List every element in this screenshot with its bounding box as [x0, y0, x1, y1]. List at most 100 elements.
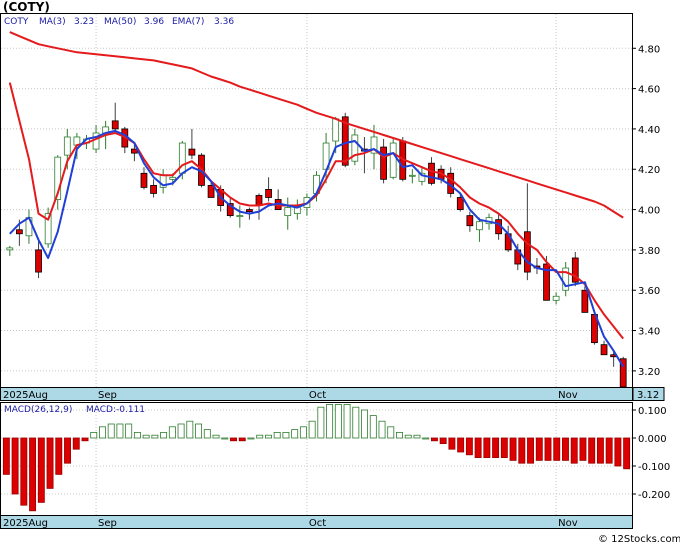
- macd-bar-negative: [544, 437, 552, 461]
- macd-bar-positive: [387, 426, 395, 439]
- candle-body-up: [476, 221, 483, 231]
- macd-bar-negative: [596, 437, 604, 464]
- macd-bar-positive: [282, 431, 290, 439]
- macd-bar-positive: [396, 431, 403, 439]
- macd-bar-negative: [562, 437, 569, 461]
- macd-bar-positive: [273, 431, 281, 439]
- macd-bar-negative: [64, 437, 71, 464]
- candle: [389, 139, 397, 180]
- macd-bar-negative: [81, 437, 89, 442]
- legend-ema-label: EMA(7): [172, 17, 204, 27]
- macd-bar-positive: [186, 420, 194, 439]
- macd-bar-positive: [291, 429, 299, 439]
- candle-body-down: [255, 195, 263, 206]
- macd-bar-negative: [605, 437, 613, 464]
- macd-bar-negative: [29, 437, 37, 512]
- macd-bar-negative: [492, 437, 500, 459]
- legend-ma-short-value: 3.23: [74, 17, 94, 27]
- candle-body-up: [332, 118, 340, 142]
- macd-bar-positive: [160, 431, 168, 439]
- macd-bar-positive: [247, 437, 255, 440]
- candle-body-up: [284, 207, 292, 217]
- price-y-tick-label: 4.00: [638, 206, 660, 217]
- price-y-tick-label: 4.20: [638, 165, 660, 176]
- macd-bar-positive: [133, 431, 141, 439]
- candle-body-down: [466, 215, 474, 227]
- macd-value-label: MACD:-0.111: [86, 405, 145, 415]
- macd-bar-negative: [614, 437, 622, 467]
- macd-bar-negative: [230, 437, 237, 442]
- macd-bar-positive: [369, 415, 377, 439]
- macd-bar-positive: [378, 420, 386, 439]
- macd-bar-negative: [11, 437, 19, 495]
- price-y-tick-label: 3.80: [638, 246, 660, 257]
- candle-body-down: [35, 249, 42, 273]
- macd-bar-positive: [361, 409, 369, 439]
- last-price-label: 3.12: [637, 390, 659, 401]
- candle-body-down: [111, 120, 119, 130]
- macd-bar-positive: [177, 423, 185, 439]
- macd-bar-negative: [2, 437, 10, 475]
- legend-ma-short-label: MA(3): [39, 17, 66, 27]
- watermark: © 12Stocks.com: [598, 534, 680, 545]
- macd-bar-positive: [334, 403, 342, 439]
- macd-bar-positive: [221, 437, 229, 440]
- macd-bar-positive: [125, 423, 133, 439]
- macd-bar-positive: [107, 423, 115, 439]
- macd-bar-positive: [317, 406, 325, 439]
- macd-bar-positive: [212, 434, 220, 439]
- macd-bar-positive: [116, 423, 124, 439]
- macd-bar-negative: [623, 437, 631, 470]
- candle-body-up: [63, 136, 71, 156]
- macd-bar-positive: [90, 431, 98, 439]
- price-x-tick-label: Sep: [98, 390, 117, 401]
- macd-bar-negative: [588, 437, 596, 464]
- macd-bar-negative: [483, 437, 491, 459]
- candle: [619, 356, 627, 388]
- price-y-tick-label: 4.60: [638, 85, 660, 96]
- macd-y-tick-label: -0.100: [638, 462, 670, 473]
- price-panel-frame: [0, 13, 633, 401]
- candle-body-down: [600, 344, 608, 356]
- candle-body-up: [6, 247, 14, 251]
- price-y-tick-label: 4.40: [638, 125, 660, 136]
- macd-bar-negative: [55, 437, 63, 475]
- candle-body-down: [16, 229, 23, 235]
- macd-bar-positive: [326, 403, 334, 439]
- macd-bar-positive: [264, 434, 272, 439]
- price-y-axis: 4.80 4.60 4.40 4.20 4.00 3.80 3.60 3.40 3.20: [632, 44, 660, 378]
- macd-y-tick-label: -0.200: [638, 490, 670, 501]
- macd-bar-negative: [518, 437, 526, 464]
- macd-bar-negative: [509, 437, 517, 461]
- macd-bar-negative: [579, 437, 587, 461]
- macd-bar-negative: [46, 437, 54, 489]
- macd-bar-negative: [553, 437, 561, 461]
- macd-x-tick-label: Oct: [309, 518, 326, 529]
- candle-body-down: [265, 189, 272, 198]
- macd-bar-positive: [142, 434, 150, 439]
- macd-bar-positive: [299, 426, 307, 439]
- price-x-tick-label: 2025Aug: [3, 390, 48, 401]
- price-y-tick-label: 3.60: [638, 286, 660, 297]
- legend-ma-long-label: MA(50): [104, 17, 136, 27]
- macd-bar-negative: [72, 437, 80, 450]
- candle-body-up: [169, 176, 177, 180]
- price-y-tick-label: 3.20: [638, 367, 660, 378]
- macd-y-tick-label: 0.100: [638, 406, 667, 417]
- macd-bar-negative: [37, 437, 45, 503]
- macd-bar-negative: [457, 437, 465, 453]
- macd-bar-negative: [238, 437, 246, 442]
- macd-bar-negative: [20, 437, 28, 506]
- macd-bar-negative: [500, 437, 508, 459]
- macd-bar-positive: [151, 434, 159, 439]
- candle-body-down: [246, 209, 253, 212]
- macd-bar-positive: [99, 426, 106, 439]
- macd-bar-negative: [430, 437, 438, 442]
- candle-body-down: [188, 148, 196, 156]
- macd-y-tick-label: 0.000: [638, 434, 667, 445]
- candle-body-up: [408, 174, 416, 177]
- legend-ma-long-value: 3.96: [144, 17, 164, 27]
- legend-ema-value: 3.36: [214, 17, 234, 27]
- candle-body-down: [380, 146, 387, 180]
- macd-bar-positive: [343, 403, 351, 439]
